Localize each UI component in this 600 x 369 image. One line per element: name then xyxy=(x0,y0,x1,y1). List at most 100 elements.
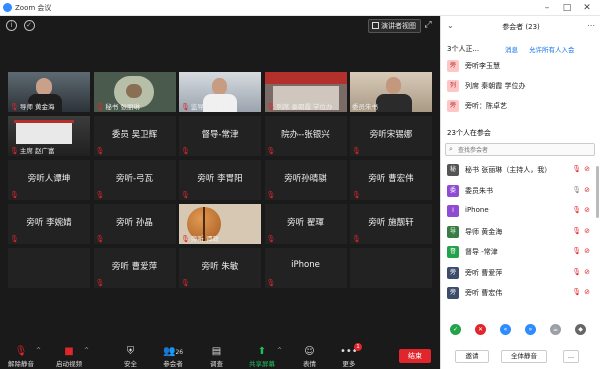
participants-button[interactable]: 👥26 参会者 xyxy=(163,345,183,368)
mic-muted-icon: 🎙 xyxy=(181,147,190,155)
participant-name: iPhone xyxy=(465,206,489,214)
participant-row[interactable]: 委委员朱书 🎙⊘ xyxy=(445,183,595,199)
slower-icon[interactable]: « xyxy=(500,324,511,335)
video-tile[interactable]: 🎙旁听 谭政 xyxy=(179,204,261,244)
video-tile[interactable]: 旁听-弓瓦 🎙 xyxy=(93,160,176,200)
video-tile[interactable]: 督导-常津 🎙 xyxy=(179,116,261,156)
participant-row[interactable]: 旁旁听 曹宏伟 🎙⊘ xyxy=(445,285,595,301)
polls-button[interactable]: ▤ 调查 xyxy=(210,345,223,368)
message-link[interactable]: 消息 xyxy=(505,44,518,54)
unmute-button[interactable]: 🎙 解除静音 ^ xyxy=(8,345,41,368)
panel-title: 参会者 (23) xyxy=(502,23,540,31)
participant-row[interactable]: 秘秘书 张丽琳（主持人，我） 🎙⊘ xyxy=(445,162,595,178)
participant-row[interactable]: 导导师 黄金海 🎙⊘ xyxy=(445,224,595,240)
avatar: 旁 xyxy=(447,287,459,299)
chevron-up-icon[interactable]: ^ xyxy=(277,347,282,354)
video-tile[interactable]: 🎙列席 秦朝霞 学位办 xyxy=(264,72,347,112)
start-video-button[interactable]: ■ 启动视频 ^ xyxy=(56,345,89,368)
video-tile[interactable]: 🎙导师 黄金海 xyxy=(8,72,90,112)
faster-icon[interactable]: » xyxy=(525,324,536,335)
mic-muted-icon: 🎙 xyxy=(266,191,276,199)
mic-muted-icon: 🎙 xyxy=(10,191,19,199)
mic-muted-icon: 🎙 xyxy=(95,103,105,111)
video-tile[interactable]: 旁听 孙晶 🎙 xyxy=(93,204,176,244)
video-tile[interactable]: 🎙主席 赵广富 xyxy=(8,116,90,156)
video-tile[interactable]: 旁听 李胃阳 🎙 xyxy=(179,160,261,200)
mic-muted-icon: 🎙 xyxy=(572,288,585,296)
fullscreen-icon[interactable]: ⤢ xyxy=(422,19,434,31)
search-box[interactable]: ⌕ xyxy=(445,143,595,156)
tile-name-text: 旁听人谭坤 xyxy=(27,174,71,184)
tile-name-label: 🎙导师 黄金海 xyxy=(10,101,54,111)
panel-menu-icon[interactable]: ⋯ xyxy=(587,21,595,30)
waiting-participant-row[interactable]: 旁旁听：陈卓艺 xyxy=(445,98,595,114)
search-input[interactable] xyxy=(458,145,588,155)
waiting-room-header: 3个人正... xyxy=(447,45,480,53)
tile-name-text: 委员朱书 xyxy=(352,103,378,111)
mic-muted-icon: 🎙 xyxy=(352,147,361,155)
empty-tile xyxy=(350,248,432,288)
waiting-participant-row[interactable]: 列列席 秦朝霞 学位办 xyxy=(445,78,595,94)
tile-name-label: 委员朱书 xyxy=(352,101,378,111)
mute-all-button[interactable]: 全体静音 xyxy=(501,350,547,363)
video-tile[interactable]: 旁听 李婉婧 🎙 xyxy=(8,204,90,244)
video-tile[interactable]: iPhone 🎙 xyxy=(264,248,347,288)
participant-row[interactable]: IiPhone 🎙⊘ xyxy=(445,203,595,219)
avatar: 导 xyxy=(447,225,459,238)
title-bar: Zoom 会议 – □ ✕ xyxy=(0,0,600,16)
participant-status-icons: 🎙⊘ xyxy=(572,186,593,194)
end-meeting-button[interactable]: 结束 xyxy=(399,349,431,363)
video-tile[interactable]: 旁听人谭坤 🎙 xyxy=(8,160,90,200)
video-tile[interactable]: 旁听 曹爱萍 🎙 xyxy=(93,248,176,288)
chevron-up-icon[interactable]: ^ xyxy=(84,347,89,354)
video-tile[interactable]: 院办--张银兴 🎙 xyxy=(264,116,347,156)
mic-muted-icon: 🎙 xyxy=(352,191,361,199)
mic-muted-icon: 🎙 xyxy=(572,165,585,173)
tile-name-label: 🎙旁听 谭政 xyxy=(181,233,219,243)
avatar: 列 xyxy=(447,80,459,92)
tile-name-text: iPhone xyxy=(291,260,320,270)
security-button[interactable]: ⛨ 安全 xyxy=(124,345,137,368)
participant-row[interactable]: 督督导 -常津 🎙⊘ xyxy=(445,244,595,260)
video-tile[interactable]: 旁听 翟琿 🎙 xyxy=(264,204,347,244)
minimize-icon[interactable]: – xyxy=(540,1,554,15)
panel-more-button[interactable]: ... xyxy=(563,350,579,363)
info-icon[interactable]: i xyxy=(6,20,17,31)
video-tile[interactable]: 🎙秘书 张丽琳 xyxy=(93,72,176,112)
video-tile[interactable]: 旁听 曹宏伟 🎙 xyxy=(350,160,432,200)
yes-icon[interactable]: ✓ xyxy=(450,324,461,335)
avatar: 委 xyxy=(447,184,459,197)
mic-muted-icon: 🎙 xyxy=(181,103,190,111)
clear-icon[interactable]: ◆ xyxy=(575,324,586,335)
camera-off-icon: ⊘ xyxy=(584,247,593,255)
reactions-button[interactable]: ☺ 表情 xyxy=(303,345,316,368)
video-tile[interactable]: 委员朱书 xyxy=(350,72,432,112)
invite-button[interactable]: 邀请 xyxy=(455,350,489,363)
admit-all-link[interactable]: 允许所有人入会 xyxy=(529,44,575,54)
share-screen-label: 共享屏幕 xyxy=(249,360,275,368)
video-tile[interactable]: 旁听宋锡娜 🎙 xyxy=(350,116,432,156)
speaker-view-button[interactable]: 演讲者视图 xyxy=(368,19,421,33)
coffee-icon[interactable]: ☕ xyxy=(550,324,561,335)
close-icon[interactable]: ✕ xyxy=(580,1,594,15)
no-icon[interactable]: ✕ xyxy=(475,324,486,335)
participant-name: 旁听：陈卓艺 xyxy=(465,102,507,110)
participant-status-icons: 🎙⊘ xyxy=(572,247,593,255)
shield-icon[interactable]: ✓ xyxy=(23,20,35,31)
tile-name-text: 院办--张银兴 xyxy=(281,130,330,140)
participant-row[interactable]: 旁旁听 曹爱萍 🎙⊘ xyxy=(445,265,595,281)
participant-status-icons: 🎙⊘ xyxy=(572,227,593,235)
share-screen-button[interactable]: ⬆ 共享屏幕 ^ xyxy=(249,345,282,368)
video-tile[interactable]: 委员 吴卫辉 🎙 xyxy=(93,116,176,156)
video-tile[interactable]: 🎙监导人-对涛 xyxy=(179,72,261,112)
mic-muted-icon: 🎙 xyxy=(266,103,276,111)
tile-name-text: 监导人-对涛 xyxy=(190,103,226,111)
maximize-icon[interactable]: □ xyxy=(560,1,574,15)
video-tile[interactable]: 旁听孙晴骐 🎙 xyxy=(264,160,347,200)
video-tile[interactable]: 旁听 施靓轩 🎙 xyxy=(350,204,432,244)
waiting-participant-row[interactable]: 旁旁听李玉慧 xyxy=(445,58,595,74)
more-button[interactable]: ••• 更多 1 xyxy=(340,343,362,368)
video-tile[interactable]: 旁听 朱敏 🎙 xyxy=(179,248,261,288)
chevron-up-icon[interactable]: ^ xyxy=(36,347,41,354)
scrollbar[interactable] xyxy=(596,166,599,218)
